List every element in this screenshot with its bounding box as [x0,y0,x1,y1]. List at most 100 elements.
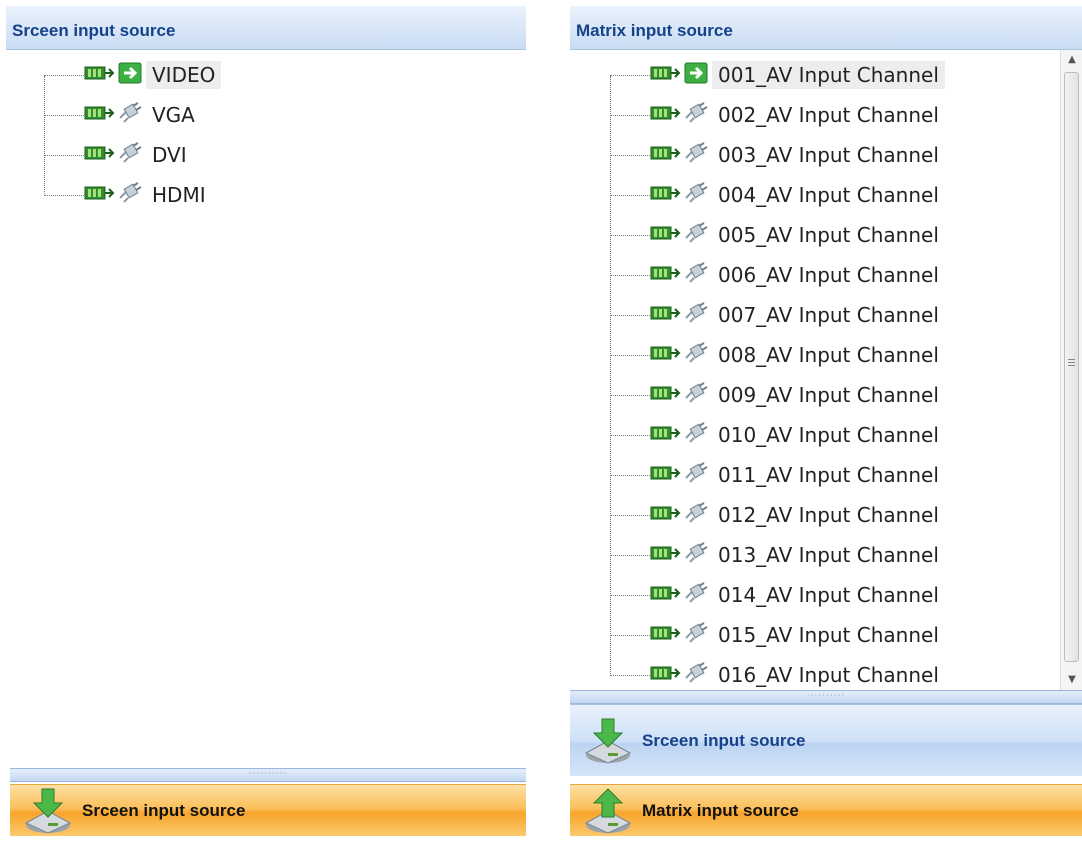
tree-item[interactable]: 001_AV Input Channel [610,56,945,94]
tree-item[interactable]: 014_AV Input Channel [610,576,945,614]
tree-connector [610,475,650,476]
screen-input-source-label: Srceen input source [642,730,806,750]
plug-icon [684,542,708,568]
tree-connector [610,515,650,516]
card-icon [650,103,684,127]
tree-connector [610,675,650,676]
tree-item-label: 015_AV Input Channel [718,623,939,647]
card-icon [650,223,684,247]
plug-icon [684,262,708,288]
tree-connector [610,355,650,356]
matrix-input-source-button[interactable]: Matrix input source [570,784,1082,836]
tree-connector [44,75,84,76]
tree-item[interactable]: 008_AV Input Channel [610,336,945,374]
card-icon [84,143,118,167]
tree-item[interactable]: 004_AV Input Channel [610,176,945,214]
card-icon [650,663,684,687]
tree-item[interactable]: 016_AV Input Channel [610,656,945,694]
splitter-handle[interactable]: ·········· [570,690,1082,704]
tree-item-label: 006_AV Input Channel [718,263,939,287]
tree-item[interactable]: 002_AV Input Channel [610,96,945,134]
tree-item-label: 007_AV Input Channel [718,303,939,327]
tree-item-label: 002_AV Input Channel [718,103,939,127]
tree-item-label: 003_AV Input Channel [718,143,939,167]
tree-item[interactable]: 013_AV Input Channel [610,536,945,574]
card-icon [650,183,684,207]
tree-item[interactable]: 015_AV Input Channel [610,616,945,654]
source-icons [650,502,708,528]
card-icon [650,63,684,87]
tree-item[interactable]: 005_AV Input Channel [610,216,945,254]
tree-item[interactable]: 006_AV Input Channel [610,256,945,294]
card-icon [650,143,684,167]
drive-down-arrow-icon [18,785,82,837]
tree-item-label: 001_AV Input Channel [712,61,945,89]
drive-down-arrow-icon [578,715,642,767]
scroll-down-icon[interactable]: ▼ [1061,670,1082,690]
source-icons [84,62,142,88]
source-icons [650,102,708,128]
tree-connector [610,75,650,76]
card-icon [650,423,684,447]
tree-item[interactable]: HDMI [44,176,212,214]
tree-connector [610,315,650,316]
card-icon [84,183,118,207]
tree-connector [610,635,650,636]
card-icon [650,463,684,487]
tree-item[interactable]: 007_AV Input Channel [610,296,945,334]
grip-icon [1068,359,1075,368]
source-icons [650,382,708,408]
tree-connector [610,235,650,236]
tree-item[interactable]: 003_AV Input Channel [610,136,945,174]
scroll-up-icon[interactable]: ▲ [1061,50,1082,70]
tree-item[interactable]: DVI [44,136,193,174]
tree-connector [610,395,650,396]
matrix-input-source-label: Matrix input source [642,800,799,820]
plug-icon [684,462,708,488]
green-arrow-icon [118,62,142,88]
tree-item[interactable]: 009_AV Input Channel [610,376,945,414]
tree-item-label: 011_AV Input Channel [718,463,939,487]
tree-item-label: 005_AV Input Channel [718,223,939,247]
tree-connector [44,115,84,116]
source-icons [650,262,708,288]
tree-item-label: HDMI [152,183,206,207]
tree-item[interactable]: VIDEO [44,56,222,94]
green-arrow-icon [684,62,708,88]
source-icons [84,182,142,208]
tree-item-label: 012_AV Input Channel [718,503,939,527]
tree-item[interactable]: 010_AV Input Channel [610,416,945,454]
plug-icon [684,622,708,648]
plug-icon [684,102,708,128]
source-icons [650,582,708,608]
tree-connector [610,275,650,276]
source-icons [650,302,708,328]
matrix-input-panel: Matrix input source 001_AV Input Channel… [570,6,1082,850]
tree-item[interactable]: VGA [44,96,201,134]
card-icon [650,583,684,607]
scroll-thumb[interactable] [1064,72,1079,662]
plug-icon [684,422,708,448]
tree-item-label: VGA [152,103,195,127]
plug-icon [684,142,708,168]
card-icon [650,543,684,567]
tree-item-label: 010_AV Input Channel [718,423,939,447]
tree-item-label: DVI [152,143,187,167]
tree-item[interactable]: 011_AV Input Channel [610,456,945,494]
source-icons [650,62,708,88]
card-icon [84,103,118,127]
drive-up-arrow-icon [578,785,642,837]
tree-connector [610,115,650,116]
plug-icon [684,502,708,528]
tree-item[interactable]: 012_AV Input Channel [610,496,945,534]
tree-item-label: VIDEO [146,61,222,89]
splitter-handle[interactable]: ·········· [10,768,526,782]
screen-input-source-button[interactable]: Srceen input source [570,704,1082,776]
tree-item-label: 008_AV Input Channel [718,343,939,367]
screen-input-source-button[interactable]: Srceen input source [10,784,526,836]
source-icons [650,542,708,568]
card-icon [650,383,684,407]
vertical-scrollbar[interactable]: ▲ ▼ [1060,50,1082,690]
plug-icon [684,182,708,208]
plug-icon [684,302,708,328]
